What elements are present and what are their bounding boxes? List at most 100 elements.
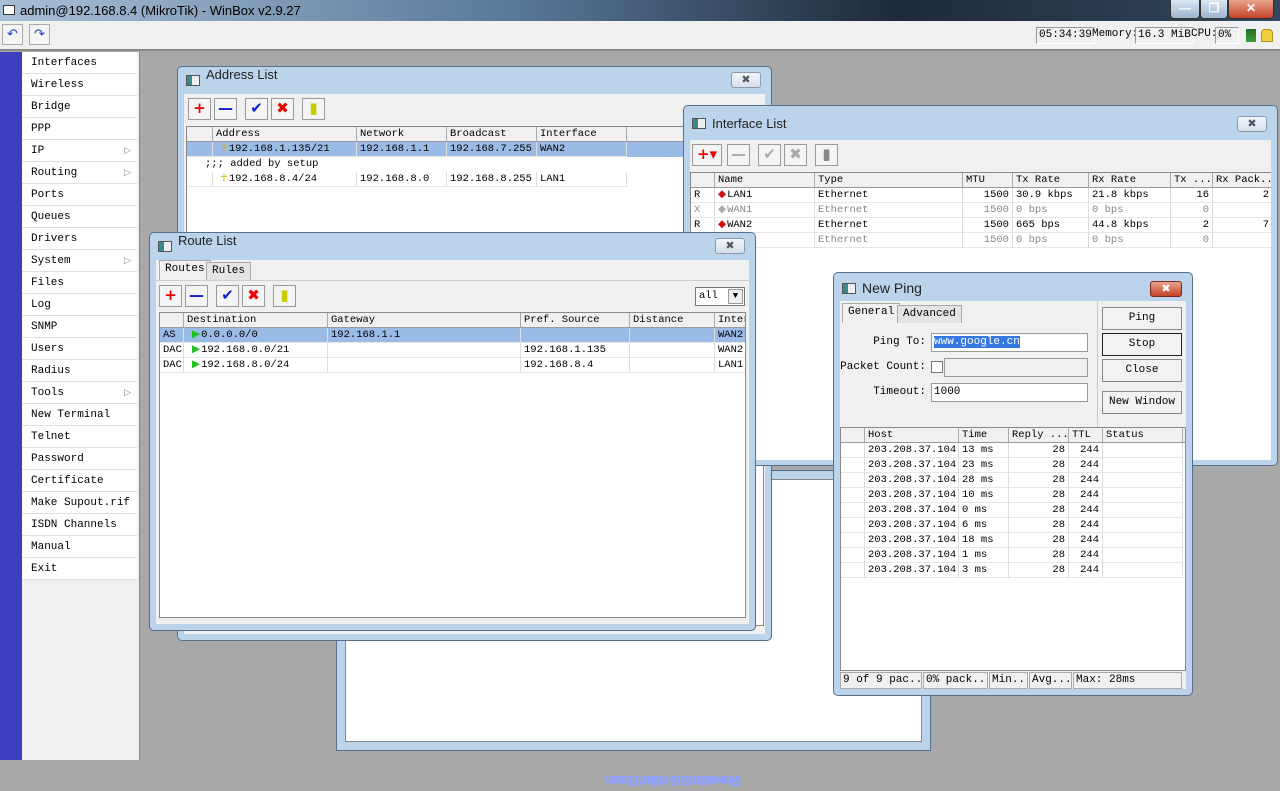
packet-count-input[interactable] (944, 358, 1088, 377)
close-button[interactable]: Close (1102, 359, 1182, 382)
table-row[interactable]: ☥192.168.1.135/21 192.168.1.1 192.168.7.25… (187, 142, 763, 157)
sidebar-item-snmp[interactable]: SNMP (22, 316, 137, 338)
ping-button[interactable]: Ping (1102, 307, 1182, 330)
column-header[interactable]: Reply ... (1009, 428, 1069, 442)
sidebar-item-make-supout-rif[interactable]: Make Supout.rif (22, 492, 137, 514)
sidebar-item-log[interactable]: Log (22, 294, 137, 316)
stop-button[interactable]: Stop (1102, 333, 1182, 356)
ping-to-input[interactable]: www.google.cn (931, 333, 1088, 352)
column-header[interactable]: MTU (963, 173, 1013, 187)
comment-icon[interactable]: ▮ (273, 285, 296, 307)
column-header[interactable] (841, 428, 865, 442)
column-header[interactable]: Status (1103, 428, 1183, 442)
enable-icon[interactable]: ✔ (216, 285, 239, 307)
disable-icon[interactable]: ✖ (784, 144, 807, 166)
table-row[interactable]: 203.208.37.104 13 ms 28 244 (841, 443, 1185, 458)
sidebar-item-files[interactable]: Files (22, 272, 137, 294)
table-row[interactable]: DAC ▶192.168.8.0/24 192.168.8.4 LAN1 (160, 358, 745, 373)
table-row[interactable]: 203.208.37.104 10 ms 28 244 (841, 488, 1185, 503)
table-row[interactable]: R ◆LAN1 Ethernet 1500 30.9 kbps 21.8 kbps 16 2 (691, 188, 1271, 203)
close-window-button[interactable]: ✖ (1237, 116, 1267, 132)
redo-icon[interactable]: ↷ (29, 24, 50, 45)
column-header[interactable] (160, 313, 184, 327)
close-window-button[interactable]: ✖ (1150, 281, 1182, 297)
table-row[interactable]: ;;; added by setup (187, 157, 763, 172)
minimize-button[interactable]: — (1170, 0, 1200, 19)
enable-icon[interactable]: ✔ (245, 98, 268, 120)
column-header[interactable]: Tx Rate (1013, 173, 1089, 187)
column-header[interactable]: Network (357, 127, 447, 141)
add-dropdown-icon[interactable]: +▾ (692, 144, 722, 166)
undo-icon[interactable]: ↶ (2, 24, 23, 45)
remove-icon[interactable]: — (727, 144, 750, 166)
remove-icon[interactable]: — (214, 98, 237, 120)
comment-icon[interactable]: ▮ (815, 144, 838, 166)
column-header[interactable]: Type (815, 173, 963, 187)
column-header[interactable]: Address (213, 127, 357, 141)
disable-icon[interactable]: ✖ (271, 98, 294, 120)
column-header[interactable]: Pref. Source (521, 313, 630, 327)
sidebar-item-routing[interactable]: Routing ▷ (22, 162, 137, 184)
sidebar-item-ip[interactable]: IP ▷ (22, 140, 137, 162)
sidebar-item-certificate[interactable]: Certificate (22, 470, 137, 492)
close-button[interactable]: ✕ (1228, 0, 1274, 19)
sidebar-item-system[interactable]: System ▷ (22, 250, 137, 272)
column-header[interactable]: Tx ... (1171, 173, 1213, 187)
table-row[interactable]: ☥192.168.8.4/24 192.168.8.0 192.168.8.255 L… (187, 172, 763, 187)
close-window-button[interactable]: ✖ (731, 72, 761, 88)
maximize-button[interactable]: ❐ (1200, 0, 1228, 19)
table-row[interactable]: 203.208.37.104 18 ms 28 244 (841, 533, 1185, 548)
sidebar-item-isdn-channels[interactable]: ISDN Channels (22, 514, 137, 536)
sidebar-item-telnet[interactable]: Telnet (22, 426, 137, 448)
column-header[interactable]: Rx Rate (1089, 173, 1171, 187)
column-header[interactable]: TTL (1069, 428, 1103, 442)
chevron-down-icon[interactable]: ▼ (728, 289, 743, 304)
tab-general[interactable]: General (842, 303, 901, 323)
column-header[interactable]: Destination (184, 313, 328, 327)
column-header[interactable]: Rx Pack... (1213, 173, 1271, 187)
remove-icon[interactable]: — (185, 285, 208, 307)
sidebar-item-ppp[interactable]: PPP (22, 118, 137, 140)
sidebar-item-radius[interactable]: Radius (22, 360, 137, 382)
disable-icon[interactable]: ✖ (242, 285, 265, 307)
tab-advanced[interactable]: Advanced (897, 305, 962, 323)
add-icon[interactable]: + (159, 285, 182, 307)
table-row[interactable]: X◆WAN3Ethernet15000 bps0 bps0 (691, 233, 1271, 248)
add-icon[interactable]: + (188, 98, 211, 120)
close-window-button[interactable]: ✖ (715, 238, 745, 254)
sidebar-item-users[interactable]: Users (22, 338, 137, 360)
column-header[interactable]: Broadcast (447, 127, 537, 141)
table-row[interactable]: X ◆WAN1 Ethernet 1500 0 bps 0 bps 0 (691, 203, 1271, 218)
table-row[interactable]: 203.208.37.104 0 ms 28 244 (841, 503, 1185, 518)
sidebar-item-ports[interactable]: Ports (22, 184, 137, 206)
table-row[interactable]: AS ▶0.0.0.0/0 192.168.1.1 WAN2 (160, 328, 745, 343)
timeout-input[interactable]: 1000 (931, 383, 1088, 402)
column-header[interactable]: Interface (537, 127, 627, 141)
table-row[interactable]: R ◆WAN2 Ethernet 1500 665 bps 44.8 kbps 2 7 (691, 218, 1271, 233)
table-row[interactable]: 203.208.37.104 28 ms 28 244 (841, 473, 1185, 488)
column-header[interactable]: Host (865, 428, 959, 442)
sidebar-item-wireless[interactable]: Wireless (22, 74, 137, 96)
new-window-button[interactable]: New Window (1102, 391, 1182, 414)
table-row[interactable]: 203.208.37.104 23 ms 28 244 (841, 458, 1185, 473)
tab-routes[interactable]: Routes (159, 260, 211, 280)
table-row[interactable]: 203.208.37.104 3 ms 28 244 (841, 563, 1185, 578)
column-header[interactable]: Distance (630, 313, 715, 327)
sidebar-item-new-terminal[interactable]: New Terminal (22, 404, 137, 426)
column-header[interactable]: Gateway (328, 313, 521, 327)
enable-icon[interactable]: ✔ (758, 144, 781, 166)
column-header[interactable]: Name (715, 173, 815, 187)
table-row[interactable]: DAC ▶192.168.0.0/21 192.168.1.135 WAN2 (160, 343, 745, 358)
route-filter-select[interactable]: all ▼ (695, 287, 745, 306)
sidebar-item-bridge[interactable]: Bridge (22, 96, 137, 118)
column-header[interactable] (691, 173, 715, 187)
tab-rules[interactable]: Rules (206, 262, 252, 280)
column-header[interactable] (187, 127, 213, 141)
table-row[interactable]: 203.208.37.104 6 ms 28 244 (841, 518, 1185, 533)
sidebar-item-exit[interactable]: Exit (22, 558, 137, 580)
sidebar-item-drivers[interactable]: Drivers (22, 228, 137, 250)
sidebar-item-interfaces[interactable]: Interfaces (22, 52, 137, 74)
packet-count-checkbox[interactable] (931, 361, 943, 373)
sidebar-item-manual[interactable]: Manual (22, 536, 137, 558)
column-header[interactable]: Inter (715, 313, 745, 327)
